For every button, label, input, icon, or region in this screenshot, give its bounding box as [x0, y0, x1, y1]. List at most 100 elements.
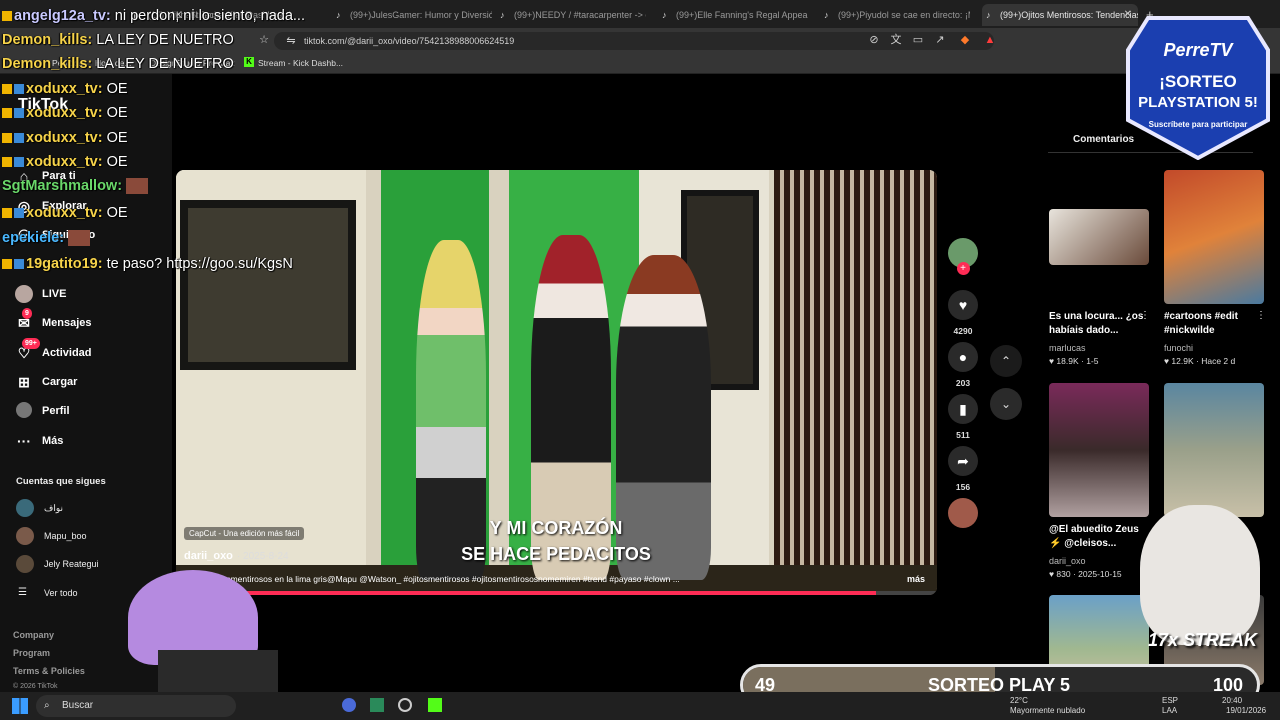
emote-icon — [126, 178, 149, 195]
clock-time[interactable]: 20:40 — [1222, 696, 1242, 705]
author-avatar-button[interactable]: + — [947, 238, 979, 275]
video-date: · 2025-8-24 — [236, 551, 289, 562]
sub-badge-icon — [14, 84, 24, 95]
see-all-link[interactable]: ☰ Ver todo — [14, 584, 78, 602]
related-video-thumbnail[interactable] — [1049, 383, 1149, 517]
kick-app-icon[interactable] — [428, 698, 442, 712]
previous-video-button[interactable]: ⌃ — [990, 345, 1022, 377]
chat-message: 19gatito19: te paso? https://goo.su/KgsN — [2, 256, 293, 272]
reader-mode-icon[interactable]: ⊘ — [866, 32, 882, 48]
related-video-thumbnail[interactable] — [1164, 383, 1264, 517]
like-button[interactable]: ♥ 4290 — [947, 290, 979, 336]
message-icon: ✉ 9 — [14, 308, 34, 332]
list-icon: ☰ — [18, 587, 27, 598]
sub-badge-icon — [14, 208, 24, 219]
following-account[interactable]: Mapu_boo — [14, 527, 87, 545]
tiktok-icon: ♪ — [336, 10, 341, 20]
video-caption: Y MI CORAZÓN SE HACE PEDACITOS — [461, 518, 651, 564]
nav-item-actividad[interactable]: ♡ 99+ Actividad — [14, 338, 92, 364]
related-video-author[interactable]: funochi — [1164, 343, 1193, 353]
related-video-author[interactable]: darii_oxo — [1049, 556, 1086, 566]
more-options-icon[interactable]: ⋮ — [1140, 310, 1150, 321]
bookmark-item[interactable]: K Stream - Kick Dashb... — [244, 57, 343, 68]
weather-temp: 22°C — [1010, 696, 1028, 705]
nav-item-cargar[interactable]: ⊞ Cargar — [14, 371, 77, 393]
live-icon — [14, 285, 34, 303]
browser-tab[interactable]: ♪ (99+)NEEDY / #taracarpenter -> cc — [496, 4, 646, 26]
chat-message: Demon_kills: LA LEY DE NUETRO — [2, 32, 234, 48]
taskbar-search[interactable]: ⌕ Buscar — [36, 695, 236, 717]
weather-desc: Mayormente nublado — [1010, 706, 1086, 715]
nav-item-mas[interactable]: ··· Más — [14, 430, 63, 452]
sub-badge-icon — [14, 108, 24, 119]
avatar — [16, 499, 34, 517]
more-options-icon[interactable]: ⋮ — [1256, 310, 1266, 321]
share-icon[interactable]: ↗ — [932, 32, 948, 48]
windows-taskbar: ⌕ Buscar 22°C Mayormente nublado ESP LAA … — [0, 692, 1280, 720]
keyboard-language[interactable]: ESP — [1162, 696, 1178, 705]
keyboard-layout[interactable]: LAA — [1162, 706, 1177, 715]
extension-icon[interactable]: ▲ — [982, 32, 998, 48]
nav-item-mensajes[interactable]: ✉ 9 Mensajes — [14, 308, 92, 334]
windows-start-icon[interactable] — [12, 698, 28, 714]
footer-link[interactable]: Program — [13, 648, 50, 658]
crown-badge-icon — [2, 208, 12, 219]
sub-badge-icon — [14, 133, 24, 144]
copyright: © 2026 TikTok — [13, 683, 58, 690]
chat-message: xoduxx_tv: OE — [2, 81, 128, 97]
video-player[interactable]: Y MI CORAZÓN SE HACE PEDACITOS CapCut - … — [176, 170, 937, 595]
browser-tab[interactable]: ♪ (99+)Piyudol se cae en directo: ¡Mor — [820, 4, 970, 26]
related-video-title[interactable]: @El abuedito Zeus ⚡ @cleisos... — [1049, 523, 1144, 551]
follow-plus-icon[interactable]: + — [956, 262, 970, 275]
brave-shield-icon[interactable]: ◆ — [957, 32, 973, 48]
music-disc-icon — [948, 498, 978, 528]
browser-tab-active[interactable]: ♪ (99+)Ojitos Mentirosos: Tendencias ✕ — [982, 4, 1138, 26]
bookmark-icon[interactable]: ☆ — [256, 32, 272, 48]
streak-label: 17x STREAK — [1148, 630, 1258, 650]
more-link[interactable]: más — [907, 574, 925, 584]
browser-tab[interactable]: ♪(99+)Elle Fanning's Regal Appearance — [658, 4, 808, 26]
related-video-meta: ♥ 830 · 2025-10-15 — [1049, 569, 1122, 579]
notification-badge: 99+ — [22, 338, 40, 349]
bookmark-icon: ▮ — [948, 394, 978, 424]
browser-tab[interactable]: ♪ (99+)JulesGamer: Humor y Diversión — [332, 4, 492, 26]
related-video-title[interactable]: Es una locura... ¿os habíais dado... — [1049, 310, 1144, 338]
head-shadow — [158, 650, 278, 692]
crown-badge-icon — [2, 259, 12, 270]
app-icon[interactable] — [342, 698, 356, 712]
app-icon[interactable] — [370, 698, 384, 712]
translate-icon[interactable]: 文 — [888, 32, 904, 48]
more-icon: ··· — [17, 433, 31, 449]
nav-item-perfil[interactable]: Perfil — [14, 400, 70, 422]
app-icon[interactable] — [398, 698, 412, 712]
tiktok-icon: ♪ — [986, 10, 991, 20]
related-video-thumbnail[interactable] — [1164, 170, 1264, 304]
share-button[interactable]: ➦ 156 — [947, 446, 979, 492]
avatar — [16, 555, 34, 573]
capcut-link[interactable]: CapCut - Una edición más fácil — [184, 527, 305, 540]
nav-item-live[interactable]: LIVE — [14, 283, 66, 305]
save-button[interactable]: ▮ 511 — [947, 394, 979, 440]
comment-button[interactable]: ● 203 — [947, 342, 979, 388]
following-account[interactable]: Jely Reategui — [14, 555, 99, 573]
related-video-meta: ♥ 12.9K · Hace 2 d — [1164, 356, 1236, 366]
related-video-title[interactable]: #cartoons #edit #nickwilde — [1164, 310, 1259, 338]
following-account[interactable]: نواف — [14, 499, 63, 517]
url-field[interactable]: tiktok.com/@darii_oxo/video/754213898800… — [274, 32, 994, 50]
footer-link[interactable]: Company — [13, 630, 54, 640]
video-description: #ojitosmentirosos en la lima gris@Mapu @… — [206, 574, 680, 584]
tiktok-icon: ♪ — [500, 10, 505, 20]
clock-date[interactable]: 19/01/2026 — [1226, 706, 1266, 715]
related-video-meta: ♥ 18.9K · 1-5 — [1049, 356, 1099, 366]
site-info-icon[interactable]: ⇋ — [283, 33, 299, 49]
next-video-button[interactable]: ⌄ — [990, 388, 1022, 420]
heart-icon: ♥ — [948, 290, 978, 320]
video-author[interactable]: darii_oxo · 2025-8-24 — [184, 550, 289, 562]
music-disc-button[interactable] — [947, 498, 979, 528]
related-video-author[interactable]: marlucas — [1049, 343, 1086, 353]
perretv-promo-badge: PerreTV ¡SORTEO PLAYSTATION 5! Suscríbet… — [1118, 10, 1278, 161]
related-video-thumbnail[interactable] — [1049, 209, 1149, 265]
footer-link[interactable]: Terms & Policies — [13, 666, 85, 676]
picture-in-picture-icon[interactable]: ▭ — [910, 32, 926, 48]
crown-badge-icon — [2, 84, 12, 95]
